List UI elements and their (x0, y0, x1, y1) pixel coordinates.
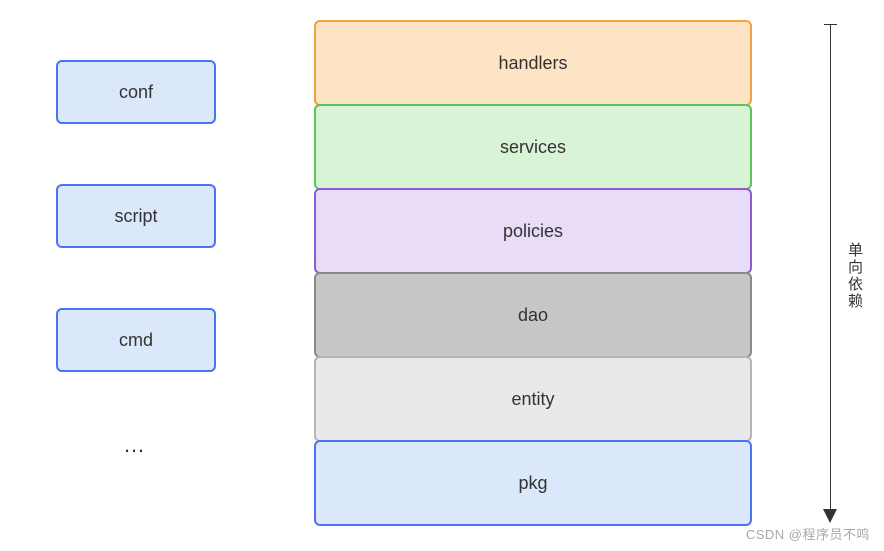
layer-policies: policies (314, 188, 752, 274)
box-script: script (56, 184, 216, 248)
layer-pkg-label: pkg (518, 473, 547, 494)
arrow-line (830, 24, 831, 514)
arrow-label: 单向依赖 (844, 242, 865, 310)
arrow-head-icon (823, 509, 837, 523)
layer-handlers: handlers (314, 20, 752, 106)
layer-stack: handlers services policies dao entity pk… (314, 20, 752, 524)
box-cmd-label: cmd (119, 330, 153, 351)
dependency-arrow: 单向依赖 (820, 24, 860, 524)
layer-dao: dao (314, 272, 752, 358)
layer-policies-label: policies (503, 221, 563, 242)
box-cmd: cmd (56, 308, 216, 372)
left-column: conf script cmd … (56, 60, 216, 458)
layer-entity: entity (314, 356, 752, 442)
layer-services: services (314, 104, 752, 190)
layer-pkg: pkg (314, 440, 752, 526)
diagram-canvas: conf script cmd … handlers services poli… (0, 0, 884, 551)
layer-dao-label: dao (518, 305, 548, 326)
ellipsis-text: … (56, 432, 216, 458)
layer-services-label: services (500, 137, 566, 158)
box-script-label: script (114, 206, 157, 227)
layer-handlers-label: handlers (498, 53, 567, 74)
layer-entity-label: entity (511, 389, 554, 410)
box-conf-label: conf (119, 82, 153, 103)
box-conf: conf (56, 60, 216, 124)
watermark-text: CSDN @程序员不鸣 (746, 524, 870, 543)
